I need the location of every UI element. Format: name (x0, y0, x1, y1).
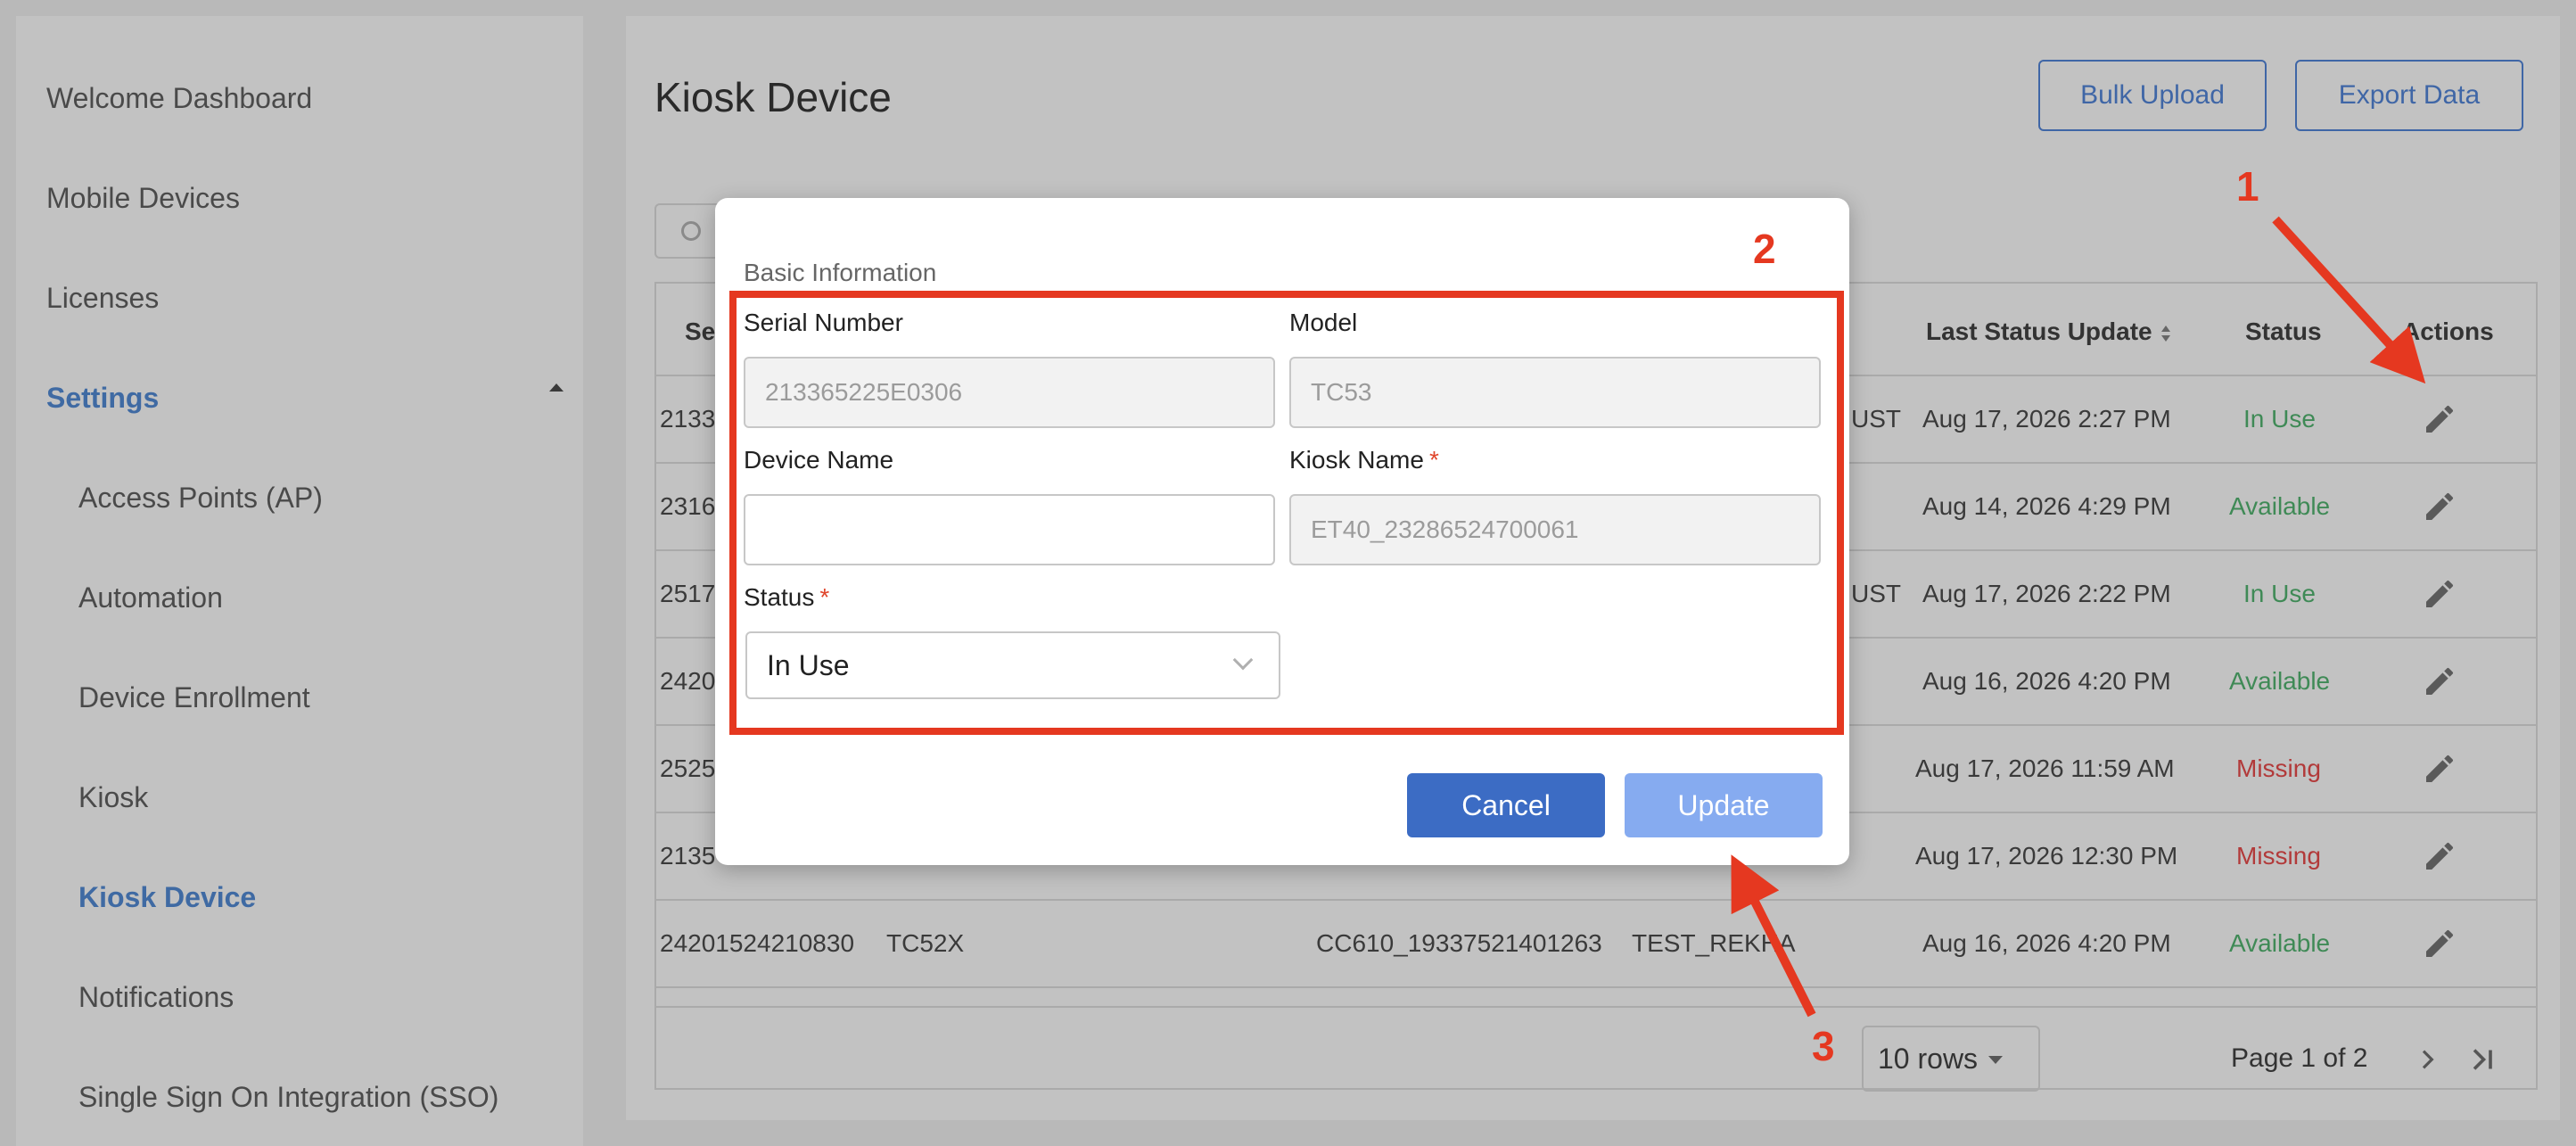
annotation-arrow-1 (2272, 216, 2426, 384)
annotation-arrows (1731, 216, 2426, 1018)
annotation-arrow-3 (1731, 854, 1816, 1018)
